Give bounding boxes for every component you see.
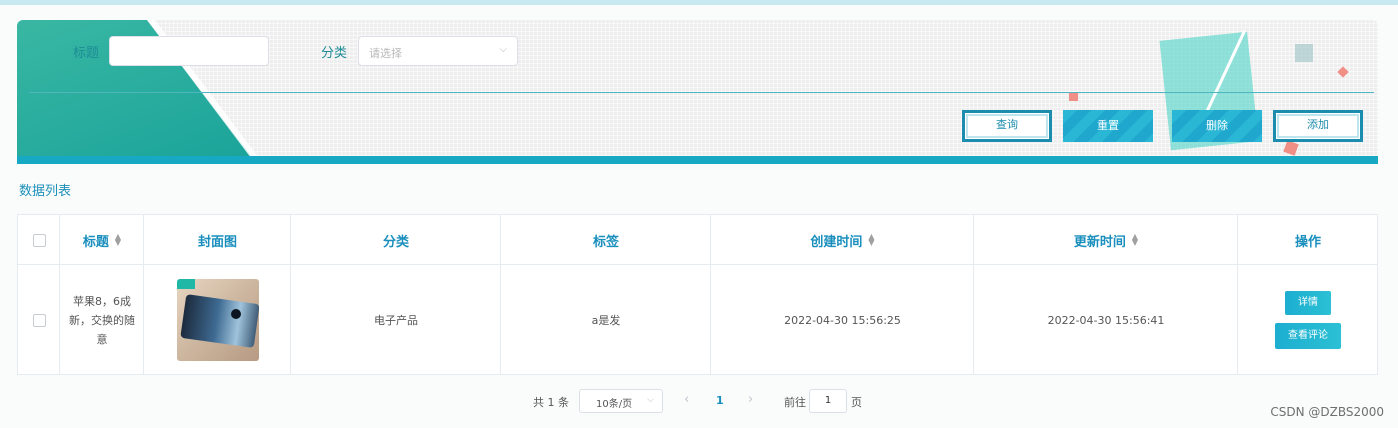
app-frame: 标题 分类 请选择 ⌵ 查询 重置 删除 添加 数据列表 标题 ▲ ▼ 封面图 … [0, 0, 1398, 428]
goto-page-input[interactable]: 1 [809, 389, 847, 413]
table-header: 标题 ▲ ▼ 封面图 分类 标签 创建时间 ▲ ▼ 更新时间 ▲ ▼ 操作 [18, 215, 1377, 265]
page-size-value: 10条/页 [596, 399, 633, 410]
row-updated: 2022-04-30 15:56:41 [1047, 313, 1165, 327]
header-title[interactable]: 标题 ▲ ▼ [60, 215, 144, 265]
header-select-all-cell [18, 215, 60, 265]
query-button[interactable]: 查询 [962, 110, 1052, 142]
chevron-down-icon: ⌵ [499, 44, 507, 55]
cover-cell [144, 265, 291, 375]
category-field-label: 分类 [321, 46, 348, 61]
category-select[interactable]: 请选择 ⌵ [358, 36, 518, 66]
next-page-button[interactable]: › [748, 392, 753, 407]
row-category: 电子产品 [374, 314, 418, 327]
header-created[interactable]: 创建时间 ▲ ▼ [711, 215, 974, 265]
sort-icon: ▲ ▼ [1131, 232, 1139, 247]
add-button[interactable]: 添加 [1273, 110, 1363, 142]
camera-lens [230, 309, 241, 319]
banner-divider [29, 92, 1374, 93]
chevron-down-icon: ⌵ [647, 395, 654, 405]
header-tags: 标签 [592, 234, 619, 250]
sort-icon: ▲ ▼ [114, 232, 122, 247]
row-actions: 详情 查看评论 [1238, 265, 1378, 375]
row-tags: a是发 [591, 314, 621, 327]
search-panel: 标题 分类 请选择 ⌵ 查询 重置 删除 添加 [17, 20, 1378, 164]
page-number-current[interactable]: 1 [716, 394, 724, 407]
category-placeholder: 请选择 [369, 47, 402, 60]
title-field-label: 标题 [73, 46, 100, 61]
view-comments-button[interactable]: 查看评论 [1275, 323, 1341, 349]
watermark-text: CSDN @DZBS2000 [1270, 405, 1384, 419]
row-title: 苹果8，6成新，交换的随意 [69, 294, 135, 346]
cover-image[interactable] [176, 279, 259, 361]
phone-photo [179, 294, 259, 348]
list-title: 数据列表 [19, 184, 72, 199]
page-size-select[interactable]: 10条/页 ⌵ [579, 389, 663, 413]
row-checkbox[interactable] [32, 313, 46, 327]
title-input[interactable] [109, 36, 269, 66]
pagination-total: 共 1 条 [533, 396, 569, 409]
banner-bottom-bar [17, 156, 1378, 164]
delete-button[interactable]: 删除 [1172, 110, 1262, 142]
data-table: 标题 ▲ ▼ 封面图 分类 标签 创建时间 ▲ ▼ 更新时间 ▲ ▼ 操作 苹果8，6成新，… [17, 214, 1378, 375]
header-category: 分类 [382, 234, 409, 250]
select-all-checkbox[interactable] [32, 233, 46, 247]
goto-label: 前往 [784, 396, 806, 409]
deco-dot [1069, 92, 1078, 101]
row-select-cell [18, 265, 60, 375]
reset-button[interactable]: 重置 [1063, 110, 1153, 142]
deco-small-square [1295, 44, 1313, 62]
sort-icon: ▲ ▼ [868, 232, 875, 247]
header-cover: 封面图 [197, 234, 237, 250]
title-cell: 苹果8，6成新，交换的随意 [60, 265, 144, 375]
cover-corner-tag [176, 279, 195, 289]
row-created: 2022-04-30 15:56:25 [784, 313, 901, 327]
top-border [0, 0, 1398, 5]
page-suffix-label: 页 [851, 396, 862, 409]
detail-button[interactable]: 详情 [1285, 291, 1331, 315]
header-actions: 操作 [1294, 234, 1321, 250]
header-updated[interactable]: 更新时间 ▲ ▼ [974, 215, 1238, 265]
prev-page-button[interactable]: ‹ [684, 392, 689, 407]
